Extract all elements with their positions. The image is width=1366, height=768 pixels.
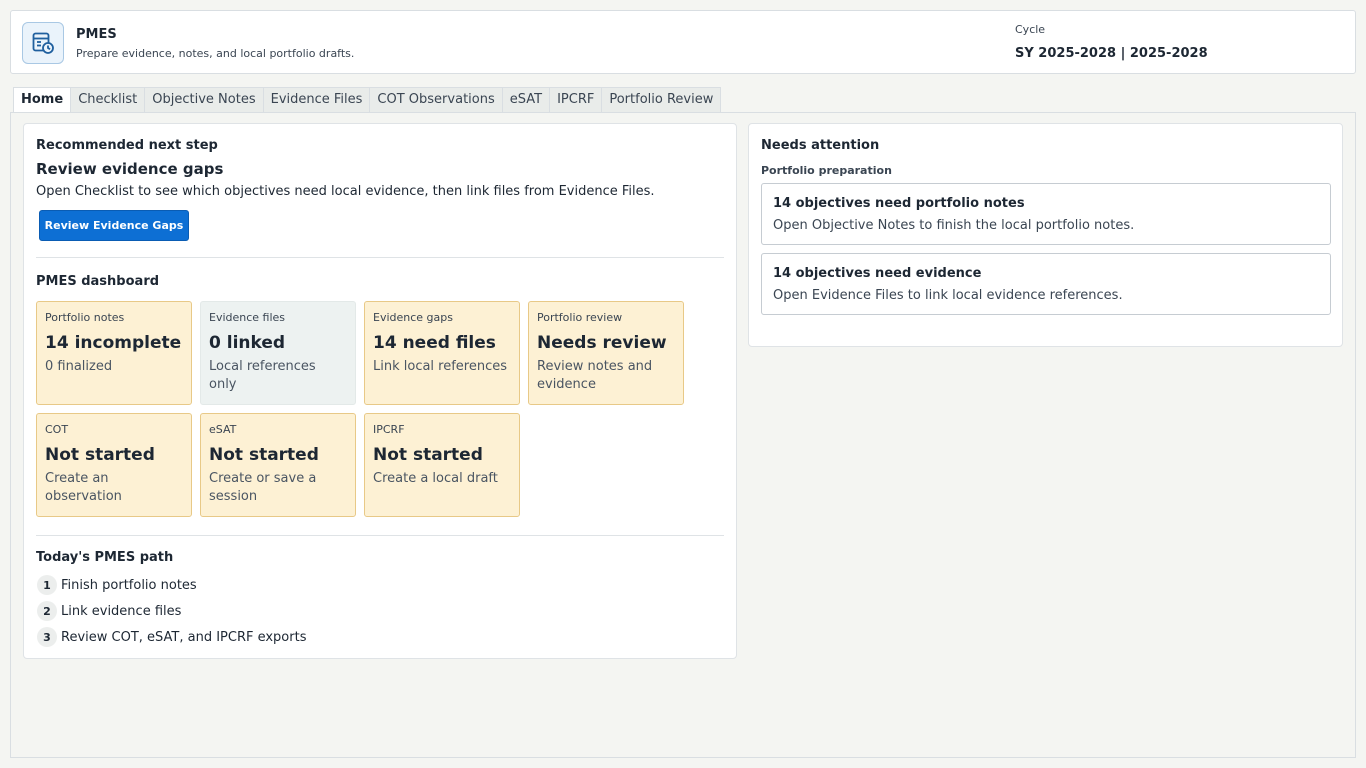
card-sub: 0 finalized [45, 359, 113, 374]
path-step: 2 Link evidence files [37, 601, 181, 621]
card-value: Not started [373, 445, 483, 465]
attention-item-evidence[interactable]: 14 objectives need evidence Open Evidenc… [761, 253, 1331, 315]
tab-cot-observations[interactable]: COT Observations [370, 87, 503, 113]
step-number: 1 [37, 575, 57, 595]
divider [36, 535, 724, 536]
attention-item-description: Open Evidence Files to link local eviden… [773, 288, 1123, 303]
card-label: eSAT [209, 423, 237, 436]
tab-home[interactable]: Home [13, 87, 72, 113]
app-subtitle: Prepare evidence, notes, and local portf… [76, 47, 355, 60]
card-value: 0 linked [209, 333, 286, 353]
dashboard-clock-icon [22, 22, 64, 64]
divider [36, 257, 724, 258]
tab-checklist[interactable]: Checklist [71, 87, 146, 113]
tab-evidence-files[interactable]: Evidence Files [263, 87, 371, 113]
card-ipcrf: IPCRF Not started Create a local draft [364, 413, 520, 517]
cycle-value[interactable]: SY 2025-2028 | 2025-2028 [1015, 46, 1208, 61]
card-sub: Local references only [209, 359, 316, 392]
card-esat: eSAT Not started Create or save a sessio… [200, 413, 356, 517]
step-text: Review COT, eSAT, and IPCRF exports [61, 629, 307, 645]
card-value: Not started [45, 445, 155, 465]
next-step-heading: Recommended next step [36, 138, 218, 153]
attention-item-title: 14 objectives need portfolio notes [773, 196, 1025, 211]
attention-item-title: 14 objectives need evidence [773, 266, 982, 281]
next-step-description: Open Checklist to see which objectives n… [36, 184, 655, 199]
tab-portfolio-review[interactable]: Portfolio Review [602, 87, 722, 113]
step-text: Finish portfolio notes [61, 577, 197, 593]
card-label: Portfolio review [537, 311, 623, 324]
card-label: Evidence gaps [373, 311, 453, 324]
card-evidence-files: Evidence files 0 linked Local references… [200, 301, 356, 405]
next-step-title: Review evidence gaps [36, 160, 224, 178]
card-portfolio-notes: Portfolio notes 14 incomplete 0 finalize… [36, 301, 192, 405]
card-value: 14 incomplete [45, 333, 182, 353]
card-sub: Create an observation [45, 471, 122, 504]
card-cot: COT Not started Create an observation [36, 413, 192, 517]
attention-item-description: Open Objective Notes to finish the local… [773, 218, 1135, 233]
path-heading: Today's PMES path [36, 550, 174, 565]
step-number: 2 [37, 601, 57, 621]
card-value: Not started [209, 445, 319, 465]
card-sub: Create a local draft [373, 471, 498, 486]
step-number: 3 [37, 627, 57, 647]
tab-ipcrf[interactable]: IPCRF [550, 87, 603, 113]
card-label: Evidence files [209, 311, 286, 324]
card-value: Needs review [537, 333, 667, 353]
tab-objective-notes[interactable]: Objective Notes [145, 87, 264, 113]
app-title: PMES [76, 27, 117, 42]
card-sub: Review notes and evidence [537, 359, 653, 392]
card-sub: Link local references [373, 359, 508, 374]
card-value: 14 need files [373, 333, 496, 353]
tab-bar: Home Checklist Objective Notes Evidence … [13, 87, 722, 113]
app-header: PMES Prepare evidence, notes, and local … [10, 10, 1356, 74]
attention-group-label: Portfolio preparation [761, 164, 892, 177]
needs-attention-panel: Needs attention Portfolio preparation 14… [748, 123, 1343, 347]
card-portfolio-review: Portfolio review Needs review Review not… [528, 301, 684, 405]
tab-esat[interactable]: eSAT [502, 87, 551, 113]
path-step: 1 Finish portfolio notes [37, 575, 197, 595]
card-evidence-gaps: Evidence gaps 14 need files Link local r… [364, 301, 520, 405]
card-sub: Create or save a session [209, 471, 317, 504]
review-evidence-gaps-button[interactable]: Review Evidence Gaps [39, 210, 189, 241]
attention-item-portfolio-notes[interactable]: 14 objectives need portfolio notes Open … [761, 183, 1331, 245]
card-label: IPCRF [373, 423, 405, 436]
card-label: COT [45, 423, 69, 436]
card-label: Portfolio notes [45, 311, 125, 324]
cycle-label: Cycle [1015, 23, 1046, 36]
home-panel: Recommended next step Review evidence ga… [23, 123, 737, 659]
step-text: Link evidence files [61, 603, 182, 619]
dashboard-heading: PMES dashboard [36, 274, 160, 289]
path-step: 3 Review COT, eSAT, and IPCRF exports [37, 627, 306, 647]
attention-heading: Needs attention [761, 138, 880, 153]
